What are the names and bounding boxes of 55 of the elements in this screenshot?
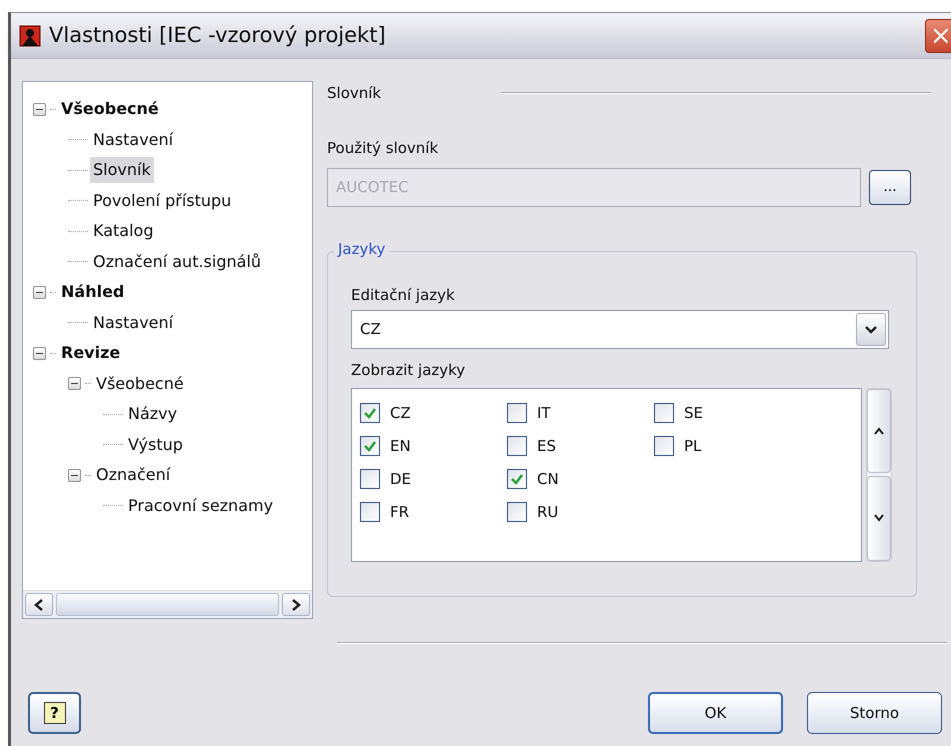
tree-item[interactable]: Revize <box>58 340 124 366</box>
checkbox-label: PL <box>684 436 702 457</box>
checkbox[interactable] <box>654 436 674 456</box>
vertical-scrollbar[interactable] <box>866 388 892 562</box>
checkbox[interactable] <box>507 469 527 489</box>
tree-item[interactable]: Katalog <box>90 218 156 244</box>
checkbox-label: EN <box>390 436 411 457</box>
checkbox-label: RU <box>537 502 558 523</box>
tree-item[interactable]: Názvy <box>125 401 180 428</box>
help-button[interactable]: ? <box>28 692 81 734</box>
cancel-button[interactable]: Storno <box>807 692 942 734</box>
checkbox-label: FR <box>390 502 410 523</box>
tree-item[interactable]: Náhled <box>58 279 128 306</box>
field-label: Zobrazit jazyky <box>351 360 466 381</box>
window-title: Vlastnosti [IEC -vzorový projekt] <box>49 22 386 49</box>
checkbox-label: CN <box>537 468 559 490</box>
tree-item[interactable]: Výstup <box>125 432 186 458</box>
language-dropdown[interactable]: CZ <box>351 310 889 349</box>
collapse-toggle[interactable] <box>33 286 46 299</box>
checkbox[interactable] <box>654 403 674 423</box>
checkbox[interactable] <box>507 502 527 522</box>
checkbox[interactable] <box>360 502 380 522</box>
field-label: Použitý slovník <box>327 138 440 159</box>
check-icon <box>363 407 377 419</box>
tree-item[interactable]: Označení <box>93 462 174 488</box>
checkbox-label: ES <box>537 436 556 457</box>
collapse-toggle[interactable] <box>33 102 46 116</box>
tree-item[interactable]: Všeobecné <box>58 96 162 122</box>
check-icon <box>363 440 377 452</box>
checkbox-label: CZ <box>390 402 411 424</box>
checkbox[interactable] <box>507 436 527 456</box>
checkbox[interactable] <box>360 436 380 456</box>
tree-item[interactable]: Pracovní seznamy <box>125 492 276 519</box>
browse-button[interactable]: ... <box>869 170 911 204</box>
section-heading: Slovník <box>327 82 382 104</box>
collapse-toggle[interactable] <box>33 346 46 360</box>
checkbox[interactable] <box>360 469 380 489</box>
checkbox-label: SE <box>684 402 703 424</box>
app-icon <box>19 24 41 46</box>
check-icon <box>510 473 524 485</box>
checkbox-label: IT <box>537 402 551 424</box>
collapse-toggle[interactable] <box>68 468 81 482</box>
horizontal-scrollbar[interactable] <box>23 590 312 618</box>
tree-item[interactable]: Označení aut.signálů <box>90 248 264 275</box>
checkbox[interactable] <box>507 403 527 423</box>
tree-item[interactable]: Povolení přístupu <box>90 188 234 214</box>
tree-item[interactable]: Nastavení <box>90 126 176 153</box>
checkbox[interactable] <box>360 403 380 423</box>
tree-item[interactable]: Slovník <box>90 157 154 184</box>
tree-item[interactable]: Nastavení <box>90 310 176 336</box>
checkbox-label: DE <box>390 468 412 490</box>
ok-button[interactable]: OK <box>648 692 783 734</box>
tree-item[interactable]: Všeobecné <box>93 370 187 397</box>
field-label: Editační jazyk <box>351 284 456 306</box>
collapse-toggle[interactable] <box>68 377 81 390</box>
